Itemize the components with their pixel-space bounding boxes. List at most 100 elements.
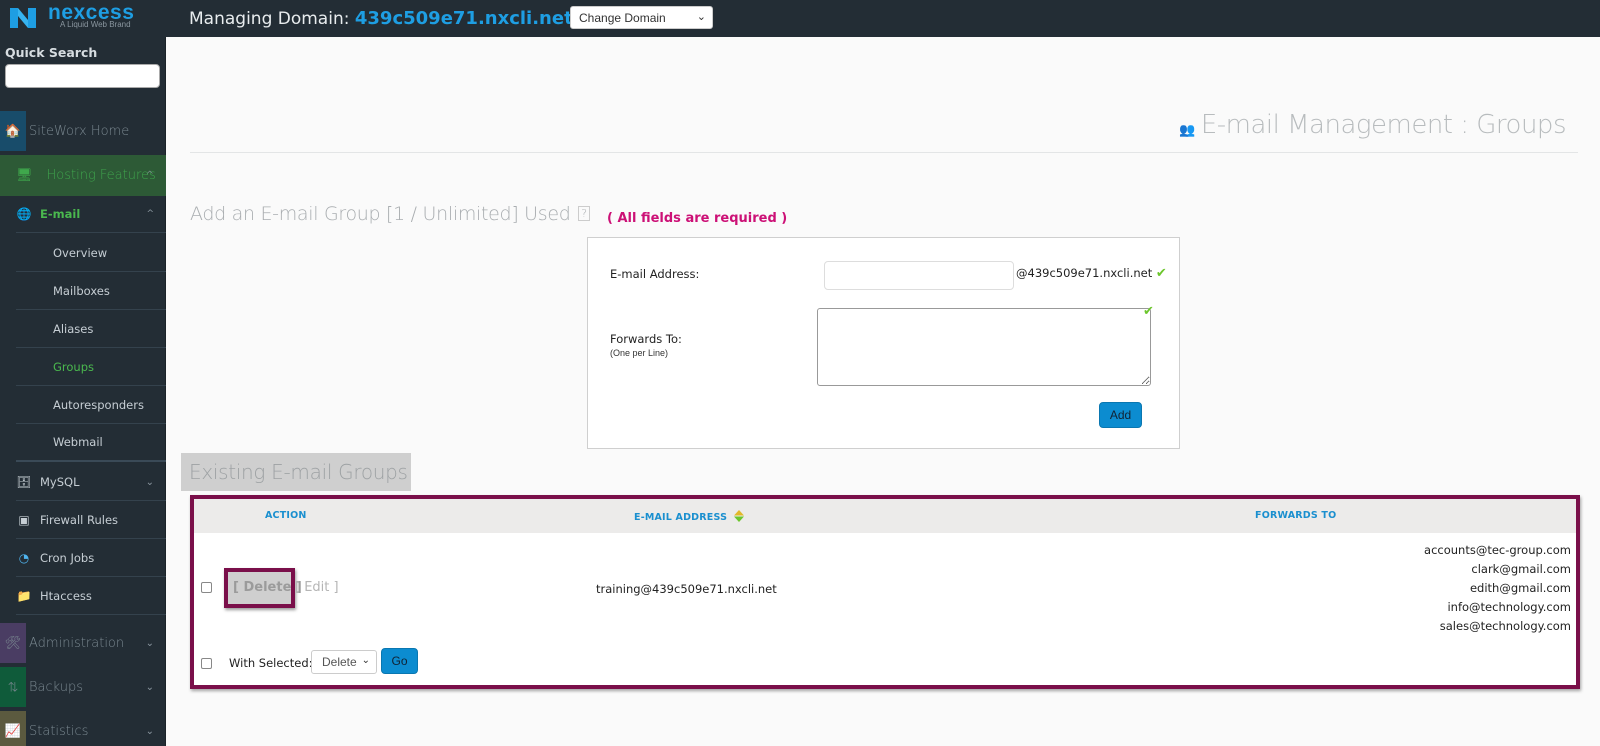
sidebar-item-mysql[interactable]: 🗄 MySQL ⌄ [16, 464, 166, 501]
add-group-heading-text: Add an E-mail Group [1 / Unlimited] Used [190, 203, 571, 225]
database-icon: 🗄 [16, 475, 32, 489]
forwards-list: accounts@tec-group.com clark@gmail.com e… [1424, 541, 1571, 636]
sidebar-item-label: Overview [53, 245, 108, 260]
required-note: ( All fields are required ) [607, 211, 788, 226]
sidebar-item-autoresponders[interactable]: Autoresponders [16, 386, 166, 424]
help-icon[interactable]: ? [578, 206, 590, 221]
forward-address: clark@gmail.com [1471, 562, 1571, 576]
quick-search-input[interactable] [5, 64, 160, 88]
edit-link[interactable]: [ Edit ] [295, 580, 339, 595]
sidebar-item-htaccess[interactable]: 📁 Htaccess [16, 578, 166, 615]
chevron-down-icon: ⌄ [145, 637, 154, 649]
chart-icon: 📈 [0, 711, 26, 746]
sidebar-item-label: MySQL [40, 475, 80, 489]
sidebar-item-label: Htaccess [40, 589, 92, 603]
group-email-address: training@439c509e71.nxcli.net [596, 582, 777, 596]
forward-address: sales@technology.com [1439, 619, 1571, 633]
clock-icon: ◔ [18, 551, 30, 565]
sidebar-item-overview[interactable]: Overview [16, 234, 166, 272]
select-all-checkbox[interactable] [201, 658, 212, 669]
sidebar-item-siteworx-home[interactable]: 🏠 SiteWorx Home [0, 110, 166, 152]
forward-address: accounts@tec-group.com [1424, 543, 1571, 557]
delete-link[interactable]: [ Delete ] [224, 568, 302, 608]
sidebar-item-label: Autoresponders [53, 397, 144, 412]
forwards-to-label: Forwards To: [610, 332, 682, 346]
sidebar: Quick Search 🏠 SiteWorx Home 🖥 Hosting F… [0, 37, 166, 746]
sidebar-item-aliases[interactable]: Aliases [16, 310, 166, 348]
sidebar-item-label: Hosting Features [46, 168, 156, 183]
checkmark-icon: ✔ [1143, 304, 1154, 319]
chevron-up-icon: ^ [145, 170, 154, 181]
email-globe-icon: 🌐 [16, 207, 32, 221]
groups-table: ACTION E-MAIL ADDRESS FORWARDS TO [ Dele… [190, 495, 1580, 689]
existing-groups-heading: Existing E-mail Groups [181, 453, 411, 491]
add-group-heading: Add an E-mail Group [1 / Unlimited] Used… [190, 203, 590, 225]
sidebar-item-webmail[interactable]: Webmail [16, 424, 166, 462]
email-domain-suffix: @439c509e71.nxcli.net ✔ [1016, 266, 1167, 281]
sidebar-item-label: Webmail [53, 435, 103, 449]
chevron-down-icon: ⌄ [361, 655, 370, 666]
top-bar: nexcess A Liquid Web Brand Managing Doma… [0, 0, 1600, 37]
sort-icon[interactable] [733, 510, 744, 522]
sidebar-item-label: E-mail [40, 207, 81, 221]
checkmark-icon: ✔ [1155, 266, 1167, 281]
sidebar-item-firewall-rules[interactable]: ▣ Firewall Rules [16, 502, 166, 539]
backup-arrows-icon: ⇅ [0, 667, 26, 707]
chevron-down-icon: ⌄ [145, 681, 154, 693]
sidebar-item-groups[interactable]: Groups [16, 348, 166, 386]
column-header-forwards-to: FORWARDS TO [1255, 510, 1337, 521]
sidebar-item-label: Backups [29, 679, 84, 695]
forward-address: info@technology.com [1447, 600, 1571, 614]
page-title-text: E-mail Management : Groups [1200, 110, 1567, 140]
sidebar-item-label: Administration [29, 635, 125, 651]
column-header-action: ACTION [265, 510, 307, 521]
sidebar-item-backups[interactable]: ⇅ Backups ⌄ [0, 667, 166, 707]
chevron-down-icon: ⌄ [696, 11, 706, 23]
monitor-icon: 🖥 [16, 168, 33, 183]
sidebar-item-label: Mailboxes [53, 283, 110, 298]
chevron-up-icon: ^ [146, 209, 154, 219]
page-title: 👥 E-mail Management : Groups [1179, 110, 1566, 140]
quick-search-label: Quick Search [5, 45, 98, 60]
brand-subtitle: A Liquid Web Brand [60, 20, 131, 29]
add-button[interactable]: Add [1099, 402, 1142, 428]
change-domain-select[interactable]: Change Domain ⌄ [570, 6, 713, 29]
forwards-to-textarea[interactable] [817, 308, 1151, 386]
chevron-down-icon: ⌄ [145, 476, 154, 488]
sidebar-item-label: Firewall Rules [40, 513, 119, 527]
chevron-down-icon: ⌄ [145, 725, 154, 737]
bulk-action-select[interactable]: Delete ⌄ [311, 650, 377, 674]
firewall-icon: ▣ [18, 513, 30, 527]
home-icon: 🏠 [0, 111, 26, 151]
title-divider [190, 152, 1578, 153]
nexcess-logo-mark-icon [10, 8, 36, 28]
column-header-email-address[interactable]: E-MAIL ADDRESS [634, 510, 744, 523]
sidebar-item-administration[interactable]: 🛠 Administration ⌄ [0, 623, 166, 663]
sidebar-item-email[interactable]: 🌐 E-mail ^ [16, 196, 166, 233]
forward-address: edith@gmail.com [1469, 581, 1571, 595]
change-domain-value: Change Domain [579, 11, 666, 25]
email-domain-text: @439c509e71.nxcli.net [1016, 266, 1153, 280]
sidebar-item-hosting-features[interactable]: 🖥 Hosting Features ^ [0, 155, 166, 196]
managing-label: Managing Domain: [189, 9, 350, 29]
go-button[interactable]: Go [381, 648, 418, 674]
column-header-email-address-text: E-MAIL ADDRESS [634, 512, 728, 523]
nexcess-logo[interactable]: nexcess A Liquid Web Brand [8, 1, 158, 34]
sidebar-item-label: Cron Jobs [40, 551, 95, 565]
row-checkbox[interactable] [201, 582, 212, 593]
sidebar-item-cron-jobs[interactable]: ◔ Cron Jobs [16, 540, 166, 577]
managing-domain: Managing Domain: 439c509e71.nxcli.net [189, 8, 573, 29]
email-address-input[interactable] [824, 261, 1014, 290]
tools-icon: 🛠 [0, 623, 26, 663]
users-icon: 👥 [1179, 122, 1195, 138]
managing-domain-value: 439c509e71.nxcli.net [354, 8, 573, 29]
sidebar-item-label: Aliases [53, 321, 94, 336]
email-address-label: E-mail Address: [610, 267, 700, 281]
sidebar-item-label: Statistics [29, 723, 89, 739]
with-selected-label: With Selected: [229, 656, 313, 670]
folder-icon: 📁 [16, 589, 32, 603]
sidebar-item-statistics[interactable]: 📈 Statistics ⌄ [0, 711, 166, 746]
sidebar-item-mailboxes[interactable]: Mailboxes [16, 272, 166, 310]
bulk-action-value: Delete [322, 655, 357, 669]
sidebar-item-label: SiteWorx Home [29, 123, 130, 139]
